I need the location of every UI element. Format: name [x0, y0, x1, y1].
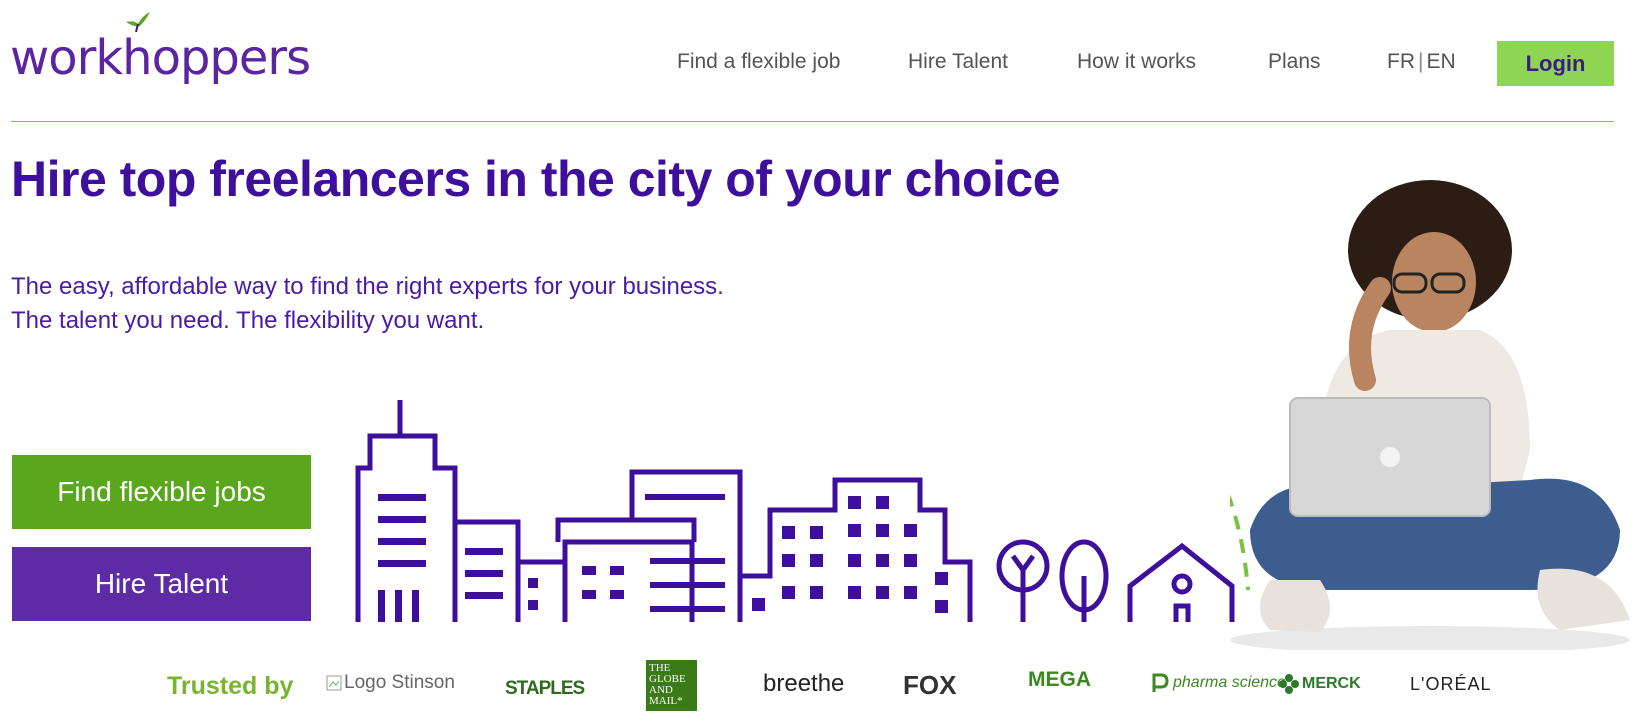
client-logo-staples: STAPLES — [505, 678, 585, 699]
client-logo-stinson: Logo Stinson — [326, 672, 455, 694]
trusted-by-label: Trusted by — [167, 672, 294, 700]
login-button[interactable]: Login — [1497, 41, 1614, 86]
lang-en[interactable]: EN — [1426, 50, 1455, 73]
client-logo-globe-and-mail: THE GLOBE AND MAIL* — [646, 660, 697, 711]
hero-subtitle: The easy, affordable way to find the rig… — [11, 270, 724, 338]
client-logo-loreal: L'ORÉAL — [1410, 674, 1492, 694]
client-logo-merck: MERCK — [1279, 674, 1361, 694]
lang-fr[interactable]: FR — [1387, 50, 1415, 73]
broken-image-icon — [326, 675, 342, 691]
client-logo-breethe: breethe — [763, 670, 845, 697]
hero-subtitle-line-2: The talent you need. The flexibility you… — [11, 307, 485, 334]
hire-talent-button[interactable]: Hire Talent — [12, 547, 311, 621]
stinson-alt-text: Logo Stinson — [344, 672, 455, 693]
pharma-science-text: pharma science — [1173, 674, 1286, 691]
globe-line-4: MAIL* — [649, 695, 683, 707]
nav-plans[interactable]: Plans — [1268, 50, 1321, 74]
lang-separator: | — [1418, 50, 1424, 73]
workhoppers-logo[interactable]: workhoppers — [10, 10, 311, 90]
hero-subtitle-line-1: The easy, affordable way to find the rig… — [11, 273, 724, 300]
nav-find-flexible-job[interactable]: Find a flexible job — [677, 50, 840, 74]
header-divider — [11, 121, 1614, 122]
nav-how-it-works[interactable]: How it works — [1077, 50, 1196, 74]
merck-text: MERCK — [1302, 675, 1361, 692]
nav-hire-talent[interactable]: Hire Talent — [908, 50, 1008, 74]
client-logo-pharma-science: pharma science — [1150, 672, 1286, 694]
merck-symbol-icon — [1279, 674, 1299, 694]
client-logo-mega: MEGA — [1028, 668, 1091, 691]
hummingbird-icon — [126, 12, 150, 32]
city-skyline-illustration — [355, 400, 1235, 622]
find-flexible-jobs-button[interactable]: Find flexible jobs — [12, 455, 311, 529]
client-logo-fox: FOX — [903, 670, 957, 700]
logo-wordmark: workhoppers — [10, 30, 311, 86]
woman-with-laptop-illustration — [1230, 180, 1630, 650]
language-switcher: FR | EN — [1387, 50, 1456, 74]
hero-title: Hire top freelancers in the city of your… — [11, 151, 1061, 207]
pharma-p-icon — [1152, 673, 1169, 692]
